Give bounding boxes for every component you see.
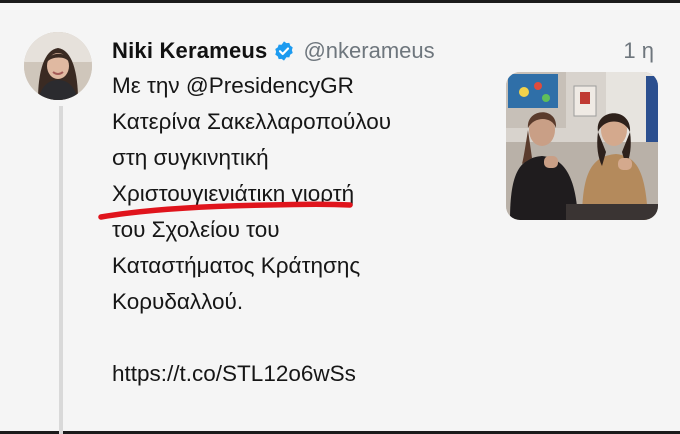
tweet-header: Niki Kerameus @nkerameus [112,36,435,66]
thread-connector-line [59,106,63,434]
attached-photo [506,72,658,220]
tweet-text-line: Χριστουγιενιάτικη γιορτή [112,181,355,206]
tweet-media[interactable] [506,72,658,220]
tweet-text-line: Κατερίνα Σακελλαροπούλου [112,109,392,134]
tweet-text-line: στη συγκινητική [112,145,269,170]
tweet-text-line: Κορυδαλλού. [112,289,244,314]
avatar-photo [24,32,92,100]
avatar[interactable] [24,32,92,100]
tweet-link[interactable]: https://t.co/STL12o6wSs [112,356,492,392]
tweet-text-line: του Σχολείου του [112,217,280,242]
user-handle[interactable]: @nkerameus [303,38,434,64]
tweet-text: Με την @PresidencyGR Κατερίνα Σακελλαροπ… [112,68,492,392]
verified-badge-icon [273,40,295,62]
display-name[interactable]: Niki Kerameus [112,38,267,64]
tweet-text-line: Με την @PresidencyGR [112,73,354,98]
timestamp[interactable]: 1 η [623,36,654,66]
tweet-text-line: Καταστήματος Κράτησης [112,253,361,278]
